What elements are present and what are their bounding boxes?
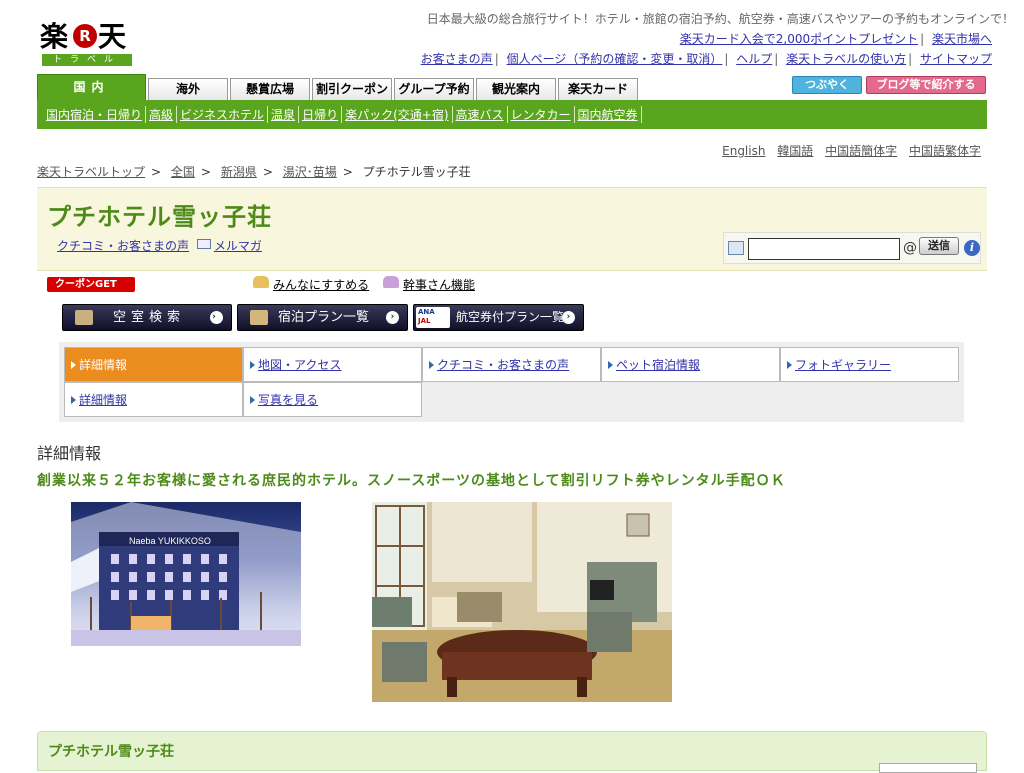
hotel-summary-panel xyxy=(37,731,987,771)
customer-voice-link[interactable]: お客さまの声 xyxy=(421,52,493,66)
tab-details[interactable]: 詳細情報 xyxy=(64,347,243,382)
subnav-rental-car[interactable]: レンタカー xyxy=(508,106,575,123)
my-page-link[interactable]: 個人ページ（予約の確認・変更・取消） xyxy=(507,52,723,66)
tab-overseas[interactable]: 海外 xyxy=(148,78,228,100)
sub-navigation: 国内宿泊・日帰り 高級 ビジネスホテル 温泉 日帰り 楽パック(交通+宿) 高速… xyxy=(37,100,987,129)
breadcrumb-top[interactable]: 楽天トラベルトップ xyxy=(37,165,145,179)
rakuten-travel-logo[interactable]: 楽 R 天 トラベル xyxy=(40,20,132,68)
reviews-link[interactable]: クチコミ・お客さまの声 xyxy=(57,239,189,253)
link-separator: | xyxy=(920,32,925,46)
main-tabs: 国内 海外 懸賞広場 割引クーポン グループ予約 観光案内 楽天カード xyxy=(37,74,640,100)
hotel-sign: Naeba YUKIKKOSO xyxy=(129,536,211,546)
logo-kanji-raku: 楽 xyxy=(40,20,69,53)
recommend-links: みんなにすすめる 幹事さん機能 xyxy=(253,276,485,293)
subnav-day-trip[interactable]: 日帰り xyxy=(299,106,343,123)
lang-english[interactable]: English xyxy=(722,144,765,158)
send-button[interactable]: 送信 xyxy=(919,237,959,255)
arrow-right-icon: › xyxy=(210,311,223,324)
tab-photo-gallery[interactable]: フォトギャラリー xyxy=(780,347,959,382)
hotel-catchphrase: 創業以来５２年お客様に愛される庶民的ホテル。スノースポーツの基地として割引リフト… xyxy=(37,473,786,489)
top-links-row1: 楽天カード入会で2,000ポイントプレゼント | 楽天市場へ xyxy=(676,30,992,47)
tab-details-sub[interactable]: 詳細情報 xyxy=(64,382,243,417)
breadcrumb-niigata[interactable]: 新潟県 xyxy=(221,165,257,179)
hotel-exterior-photo: Naeba YUKIKKOSO xyxy=(71,502,301,646)
organizer-link[interactable]: 幹事さん機能 xyxy=(403,278,475,292)
info-icon[interactable]: i xyxy=(964,240,980,256)
lang-chinese-traditional[interactable]: 中国語繁体字 xyxy=(909,144,981,158)
tab-domestic[interactable]: 国内 xyxy=(37,74,146,100)
subnav-domestic-flights[interactable]: 国内航空券 xyxy=(575,106,642,123)
logo-kanji-ten: 天 xyxy=(98,20,127,53)
language-links: English 韓国語 中国語簡体字 中国語繁体字 xyxy=(714,142,981,159)
arrow-right-icon: › xyxy=(386,311,399,324)
mail-icon xyxy=(196,239,211,249)
site-tagline: 日本最大級の総合旅行サイト！ホテル・旅館の宿泊予約、航空券・高速バスやツアーの予… xyxy=(426,12,1014,26)
arrow-right-icon: › xyxy=(562,311,575,324)
room-photo xyxy=(372,502,672,702)
subnav-highway-bus[interactable]: 高速バス xyxy=(453,106,508,123)
at-sign: @ xyxy=(903,240,917,256)
hotel-summary-title: プチホテル雪ッ子荘 xyxy=(48,744,174,760)
hotel-links: クチコミ・お客さまの声 メルマガ xyxy=(57,237,262,254)
breadcrumb: 楽天トラベルトップ > 全国 > 新潟県 > 湯沢･苗場 > プチホテル雪ッ子荘 xyxy=(37,165,471,179)
mailmag-link[interactable]: メルマガ xyxy=(214,239,262,253)
tab-group-booking[interactable]: グループ予約 xyxy=(394,78,474,100)
mailmag-signup: @ 送信 i xyxy=(723,232,981,264)
subnav-domestic-stay[interactable]: 国内宿泊・日帰り xyxy=(43,106,147,123)
card-campaign-link[interactable]: 楽天カード入会で2,000ポイントプレゼント xyxy=(680,32,918,46)
logo-r-mark: R xyxy=(73,24,97,48)
sitemap-link[interactable]: サイトマップ xyxy=(920,52,992,66)
help-link[interactable]: ヘルプ xyxy=(736,52,772,66)
organizer-icon xyxy=(382,276,399,288)
logo-travel-label: トラベル xyxy=(42,54,132,66)
blog-share-button[interactable]: ブログ等で紹介する xyxy=(866,76,986,94)
email-field[interactable] xyxy=(748,238,900,260)
bed-icon xyxy=(250,310,268,325)
people-icon xyxy=(253,276,269,288)
subnav-luxury[interactable]: 高級 xyxy=(146,106,178,123)
ana-jal-logo: ANA JAL xyxy=(416,307,450,328)
section-title: 詳細情報 xyxy=(37,444,102,463)
rakuten-ichiba-link[interactable]: 楽天市場へ xyxy=(932,32,992,46)
tab-rakuten-card[interactable]: 楽天カード xyxy=(558,78,638,100)
hotel-name: プチホテル雪ッ子荘 xyxy=(47,203,272,231)
lang-chinese-simplified[interactable]: 中国語簡体字 xyxy=(825,144,897,158)
info-tabs: 詳細情報 地図・アクセス クチコミ・お客さまの声 ペット宿泊情報 フォトギャラリ… xyxy=(59,342,964,422)
tab-map-access[interactable]: 地図・アクセス xyxy=(243,347,422,382)
coupon-get-button[interactable]: クーポンGET xyxy=(47,277,135,292)
breadcrumb-yuzawa[interactable]: 湯沢･苗場 xyxy=(283,165,337,179)
subnav-business-hotel[interactable]: ビジネスホテル xyxy=(177,106,269,123)
top-links-row2: お客さまの声 | 個人ページ（予約の確認・変更・取消） | ヘルプ | 楽天トラベルの… xyxy=(420,52,992,66)
recommend-link[interactable]: みんなにすすめる xyxy=(273,278,369,292)
tab-sightseeing[interactable]: 観光案内 xyxy=(476,78,556,100)
tab-pet-info[interactable]: ペット宿泊情報 xyxy=(601,347,780,382)
calendar-icon xyxy=(75,310,93,325)
subnav-rakupack[interactable]: 楽パック(交通+宿) xyxy=(342,106,453,123)
summary-field xyxy=(879,763,977,773)
tab-prizes[interactable]: 懸賞広場 xyxy=(230,78,310,100)
mail-envelope-icon xyxy=(728,241,744,255)
tab-coupons[interactable]: 割引クーポン xyxy=(312,78,392,100)
how-to-use-link[interactable]: 楽天トラベルの使い方 xyxy=(786,52,906,66)
breadcrumb-all[interactable]: 全国 xyxy=(171,165,195,179)
plan-list-button[interactable]: 宿泊プラン一覧 › xyxy=(237,304,408,331)
air-plan-list-button[interactable]: ANA JAL 航空券付プラン一覧 › xyxy=(413,304,584,331)
breadcrumb-current: プチホテル雪ッ子荘 xyxy=(362,165,471,179)
lang-korean[interactable]: 韓国語 xyxy=(777,144,813,158)
vacancy-search-button[interactable]: 空室検索 › xyxy=(62,304,232,331)
tab-view-photos[interactable]: 写真を見る xyxy=(243,382,422,417)
subnav-onsen[interactable]: 温泉 xyxy=(268,106,300,123)
tab-reviews[interactable]: クチコミ・お客さまの声 xyxy=(422,347,601,382)
tweet-button[interactable]: つぶやく xyxy=(792,76,862,94)
